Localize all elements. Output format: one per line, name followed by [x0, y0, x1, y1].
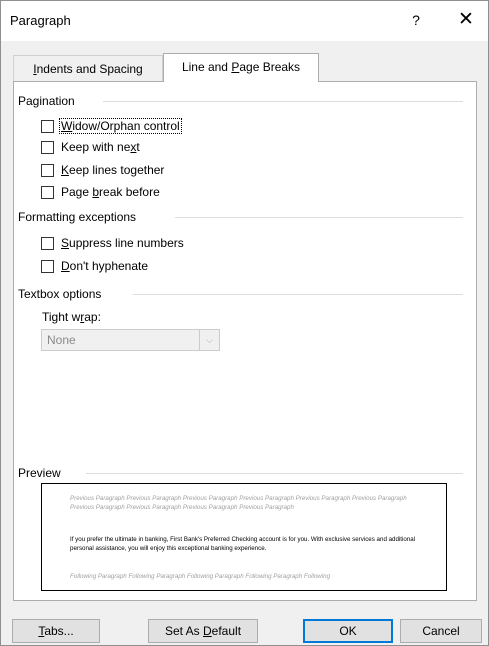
suppress-line-numbers-checkbox[interactable]: Suppress line numbers	[41, 235, 185, 251]
title-bar: Paragraph ? ✕	[1, 1, 488, 41]
pagination-header: Pagination	[18, 93, 75, 109]
group-divider	[133, 294, 463, 295]
checkbox-box[interactable]	[41, 119, 54, 133]
tight-wrap-select[interactable]: None ⌵	[41, 329, 220, 351]
button-label: OK	[339, 624, 357, 638]
paragraph-dialog: Paragraph ? ✕ Indents and Spacing Line a…	[0, 0, 489, 646]
cancel-button[interactable]: Cancel	[400, 619, 482, 643]
button-label: Tabs...	[38, 624, 74, 638]
ok-button[interactable]: OK	[303, 619, 393, 643]
textbox-options-header: Textbox options	[18, 286, 101, 302]
checkbox-label: Suppress line numbers	[61, 236, 184, 250]
checkbox-box[interactable]	[41, 163, 54, 177]
page-break-before-checkbox[interactable]: Page break before	[41, 184, 161, 200]
group-divider	[175, 217, 463, 218]
help-button[interactable]: ?	[403, 7, 429, 33]
formatting-exceptions-header: Formatting exceptions	[18, 209, 136, 225]
checkbox-label: Keep lines together	[61, 163, 165, 177]
tabs-button[interactable]: Tabs...	[12, 619, 100, 643]
keep-lines-together-checkbox[interactable]: Keep lines together	[41, 162, 165, 178]
dont-hyphenate-checkbox[interactable]: Don't hyphenate	[41, 258, 149, 274]
tab-line-and-page-breaks[interactable]: Line and Page Breaks	[163, 53, 319, 82]
tab-label: Indents and Spacing	[33, 62, 143, 76]
button-label: Set As Default	[164, 624, 242, 638]
preview-header: Preview	[18, 465, 61, 481]
checkbox-label: Don't hyphenate	[61, 259, 149, 273]
checkbox-label: Widow/Orphan control	[59, 118, 182, 134]
checkbox-label: Keep with next	[61, 140, 140, 154]
close-button[interactable]: ✕	[451, 7, 481, 33]
dialog-title: Paragraph	[10, 13, 71, 28]
chevron-down-icon[interactable]: ⌵	[199, 330, 219, 350]
group-title: Textbox options	[18, 287, 102, 301]
group-title: Formatting exceptions	[18, 210, 137, 224]
tab-label: Line and Page Breaks	[181, 60, 301, 74]
checkbox-box[interactable]	[41, 236, 54, 250]
set-as-default-button[interactable]: Set As Default	[148, 619, 258, 643]
preview-following-paragraph: Following Paragraph Following Paragraph …	[70, 573, 331, 580]
preview-box: Previous Paragraph Previous Paragraph Pr…	[41, 483, 447, 591]
button-label: Cancel	[422, 624, 460, 638]
group-divider	[103, 101, 463, 102]
preview-previous-paragraph: Previous Paragraph Previous Paragraph Pr…	[70, 495, 407, 511]
keep-with-next-checkbox[interactable]: Keep with next	[41, 139, 141, 155]
checkbox-box[interactable]	[41, 185, 54, 199]
group-title: Pagination	[18, 94, 75, 108]
checkbox-label: Page break before	[61, 185, 160, 199]
tight-wrap-label: Tight wrap:	[42, 310, 101, 324]
checkbox-box[interactable]	[41, 259, 54, 273]
widow-orphan-control-checkbox[interactable]: Widow/Orphan control	[41, 118, 182, 134]
group-divider	[86, 473, 463, 474]
group-title: Preview	[18, 466, 61, 480]
select-value: None	[47, 333, 76, 347]
tab-indents-and-spacing[interactable]: Indents and Spacing	[13, 55, 163, 82]
preview-sample-paragraph: If you prefer the ultimate in banking, F…	[70, 536, 416, 552]
checkbox-box[interactable]	[41, 140, 54, 154]
